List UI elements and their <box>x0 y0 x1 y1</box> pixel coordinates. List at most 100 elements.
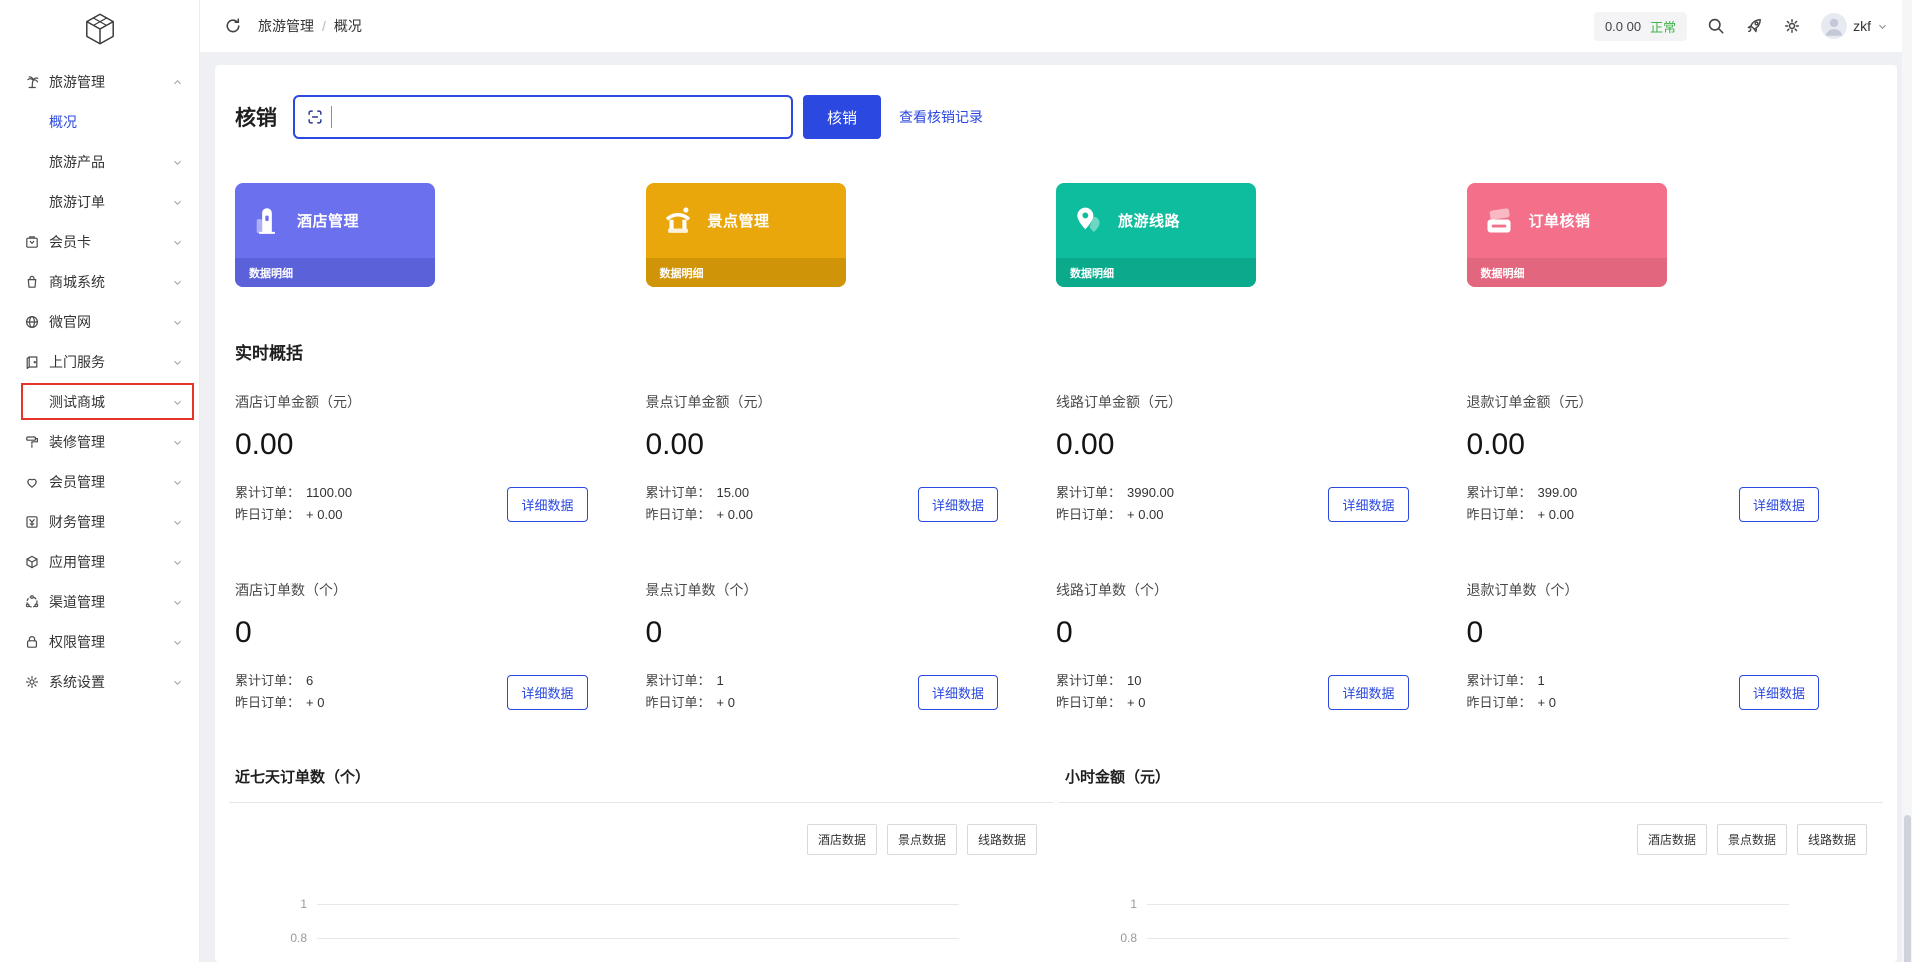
card-footer-label: 数据明细 <box>1070 265 1114 281</box>
stat-line-label: 累计订单： <box>235 485 300 500</box>
verify-input-box[interactable] <box>293 95 793 139</box>
y-axis-tick: 1 <box>1065 897 1147 911</box>
sidebar-item-上门服务[interactable]: 上门服务 <box>0 342 199 382</box>
detail-data-button[interactable]: 详细数据 <box>918 675 998 710</box>
card-title: 酒店管理 <box>297 210 359 231</box>
stat-value: 0.00 <box>646 428 1057 462</box>
axis-row: 0.6 <box>1065 955 1877 962</box>
stat-line-value: + 0.00 <box>1538 507 1575 522</box>
chevron-up-icon <box>172 77 183 88</box>
chart-series-button-景点数据[interactable]: 景点数据 <box>1717 824 1787 855</box>
stat-lines: 累计订单：1昨日订单：+ 0 <box>1467 670 1556 714</box>
sidebar-item-概况[interactable]: 概况 <box>0 102 199 142</box>
finance-icon <box>24 514 40 530</box>
chart-plot: 10.80.6 <box>235 887 1047 962</box>
stat-bottom: 累计订单：1100.00昨日订单：+ 0.00详细数据 <box>235 482 646 526</box>
rocket-icon[interactable] <box>1745 17 1763 35</box>
card-footer-label: 数据明细 <box>660 265 704 281</box>
sidebar-item-会员卡[interactable]: 会员卡 <box>0 222 199 262</box>
stat-cell-线路订单数（个）: 线路订单数（个）0累计订单：10昨日订单：+ 0详细数据 <box>1056 580 1467 714</box>
sidebar-item-label: 会员管理 <box>49 472 172 492</box>
detail-data-button[interactable]: 详细数据 <box>1739 675 1819 710</box>
breadcrumb-item-current: 概况 <box>334 16 362 36</box>
card-footer-link[interactable]: 数据明细 <box>235 258 435 287</box>
sidebar-item-装修管理[interactable]: 装修管理 <box>0 422 199 462</box>
sidebar-item-权限管理[interactable]: 权限管理 <box>0 622 199 662</box>
sidebar-item-会员管理[interactable]: 会员管理 <box>0 462 199 502</box>
chart-series-button-线路数据[interactable]: 线路数据 <box>967 824 1037 855</box>
detail-data-button[interactable]: 详细数据 <box>1328 675 1408 710</box>
sidebar-item-旅游管理[interactable]: 旅游管理 <box>0 62 199 102</box>
gridline <box>1147 938 1789 939</box>
stat-bottom: 累计订单：15.00昨日订单：+ 0.00详细数据 <box>646 482 1057 526</box>
chevron-down-icon <box>172 157 183 168</box>
stat-line-value: + 0.00 <box>306 507 343 522</box>
card-footer-link[interactable]: 数据明细 <box>1056 258 1256 287</box>
sidebar-item-微官网[interactable]: 微官网 <box>0 302 199 342</box>
status-badge[interactable]: 0.0 00 正常 <box>1594 12 1687 41</box>
bag-icon <box>24 274 40 290</box>
topbar-right: 0.0 00 正常 <box>1594 12 1888 41</box>
sidebar-item-渠道管理[interactable]: 渠道管理 <box>0 582 199 622</box>
sidebar-item-label: 装修管理 <box>49 432 172 452</box>
stat-cell-景点订单数（个）: 景点订单数（个）0累计订单：1昨日订单：+ 0详细数据 <box>646 580 1057 714</box>
scan-icon[interactable] <box>306 108 324 126</box>
sidebar-item-系统设置[interactable]: 系统设置 <box>0 662 199 702</box>
stat-lines: 累计订单：399.00昨日订单：+ 0.00 <box>1467 482 1578 526</box>
y-axis-tick: 1 <box>235 897 317 911</box>
gear-icon[interactable] <box>1783 17 1801 35</box>
stat-cell-酒店订单金额（元）: 酒店订单金额（元）0.00累计订单：1100.00昨日订单：+ 0.00详细数据 <box>235 392 646 526</box>
stat-label: 酒店订单数（个） <box>235 580 646 600</box>
sidebar-item-旅游产品[interactable]: 旅游产品 <box>0 142 199 182</box>
chart-series-button-酒店数据[interactable]: 酒店数据 <box>807 824 877 855</box>
chart-series-button-线路数据[interactable]: 线路数据 <box>1797 824 1867 855</box>
search-icon[interactable] <box>1707 17 1725 35</box>
stat-lines: 累计订单：3990.00昨日订单：+ 0.00 <box>1056 482 1174 526</box>
stat-line-label: 累计订单： <box>1467 673 1532 688</box>
sidebar-item-旅游订单[interactable]: 旅游订单 <box>0 182 199 222</box>
stat-bottom: 累计订单：1昨日订单：+ 0 详细数据 <box>1467 670 1878 714</box>
stat-line-label: 昨日订单： <box>1467 695 1532 710</box>
breadcrumb-separator: / <box>322 18 326 34</box>
detail-data-button[interactable]: 详细数据 <box>1328 487 1408 522</box>
hotel-icon <box>250 204 284 238</box>
stat-line-label: 累计订单： <box>1467 485 1532 500</box>
scrollbar-thumb[interactable] <box>1904 815 1911 962</box>
module-card-订单核销[interactable]: 订单核销数据明细 <box>1467 183 1667 287</box>
card-footer-link[interactable]: 数据明细 <box>1467 258 1667 287</box>
door-icon <box>24 354 40 370</box>
module-cards: 酒店管理数据明细景点管理数据明细旅游线路数据明细订单核销数据明细 <box>235 183 1877 287</box>
axis-row: 0.6 <box>235 955 1047 962</box>
stat-line: 昨日订单：+ 0.00 <box>1056 504 1174 526</box>
sidebar-item-label: 测试商城 <box>49 392 172 412</box>
refresh-icon[interactable] <box>224 17 242 35</box>
verify-button[interactable]: 核销 <box>803 95 881 139</box>
module-card-景点管理[interactable]: 景点管理数据明细 <box>646 183 846 287</box>
detail-data-button[interactable]: 详细数据 <box>507 487 587 522</box>
stat-line-label: 累计订单： <box>646 673 711 688</box>
card-main: 酒店管理 <box>235 183 435 258</box>
breadcrumb-item-main[interactable]: 旅游管理 <box>258 16 314 36</box>
detail-data-button[interactable]: 详细数据 <box>1739 487 1819 522</box>
user-menu[interactable]: zkf <box>1821 13 1888 39</box>
sidebar-item-label: 商城系统 <box>49 272 172 292</box>
sidebar-item-财务管理[interactable]: 财务管理 <box>0 502 199 542</box>
verify-records-link[interactable]: 查看核销记录 <box>899 107 983 127</box>
sidebar-item-应用管理[interactable]: 应用管理 <box>0 542 199 582</box>
stat-label: 景点订单数（个） <box>646 580 1057 600</box>
module-card-旅游线路[interactable]: 旅游线路数据明细 <box>1056 183 1256 287</box>
sidebar-item-测试商城[interactable]: 测试商城 <box>0 382 199 422</box>
chart-series-button-景点数据[interactable]: 景点数据 <box>887 824 957 855</box>
verify-input[interactable] <box>339 97 780 137</box>
card-footer-link[interactable]: 数据明细 <box>646 258 846 287</box>
detail-data-button[interactable]: 详细数据 <box>507 675 587 710</box>
module-card-酒店管理[interactable]: 酒店管理数据明细 <box>235 183 435 287</box>
stat-line-value: + 0 <box>1127 695 1145 710</box>
stat-line-label: 昨日订单： <box>235 507 300 522</box>
detail-data-button[interactable]: 详细数据 <box>918 487 998 522</box>
sidebar-item-商城系统[interactable]: 商城系统 <box>0 262 199 302</box>
charts-section: 近七天订单数（个）酒店数据景点数据线路数据10.80.6小时金额（元）酒店数据景… <box>235 766 1877 962</box>
chevron-down-icon <box>172 317 183 328</box>
chart-series-button-酒店数据[interactable]: 酒店数据 <box>1637 824 1707 855</box>
sidebar-item-label: 会员卡 <box>49 232 172 252</box>
